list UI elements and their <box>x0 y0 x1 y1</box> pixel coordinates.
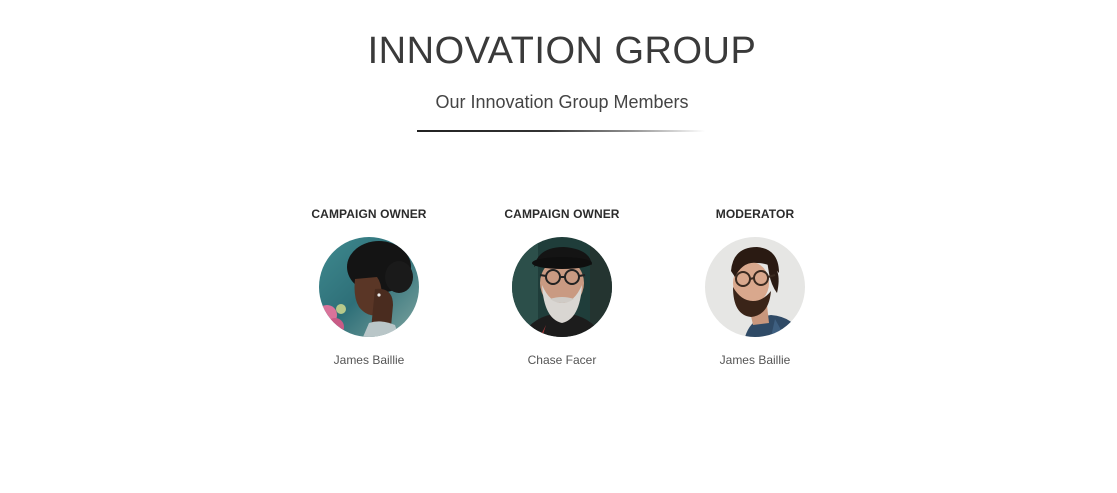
member-card: CAMPAIGN OWNER <box>472 206 652 368</box>
bearded-man-glasses-icon <box>705 237 805 337</box>
members-list: CAMPAIGN OWNER James Baillie CAMPAIGN OW… <box>0 206 1117 376</box>
member-role: CAMPAIGN OWNER <box>311 207 427 221</box>
avatar[interactable] <box>705 237 805 337</box>
member-card: MODERATOR James Baillie <box>665 206 845 368</box>
member-name: James Baillie <box>719 353 791 367</box>
member-name: Chase Facer <box>527 353 597 367</box>
page-title: INNOVATION GROUP <box>367 30 757 72</box>
avatar[interactable] <box>512 237 612 337</box>
member-role: MODERATOR <box>715 207 795 221</box>
member-name: James Baillie <box>333 353 405 367</box>
older-man-glasses-icon <box>512 237 612 337</box>
avatar[interactable] <box>319 237 419 337</box>
member-role: CAMPAIGN OWNER <box>504 207 620 221</box>
title-divider <box>417 130 705 132</box>
page-subtitle: Our Innovation Group Members <box>435 92 689 112</box>
member-card: CAMPAIGN OWNER <box>279 206 459 368</box>
woman-portrait-icon <box>319 237 419 337</box>
